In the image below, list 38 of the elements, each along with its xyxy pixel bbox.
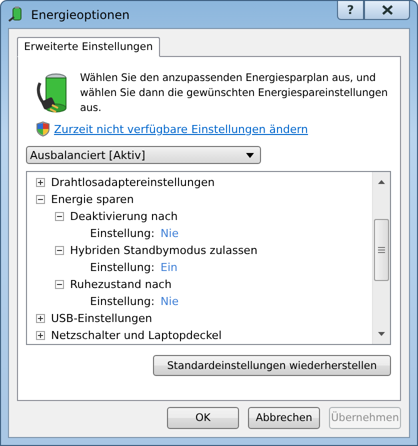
setting-label: Einstellung: xyxy=(90,261,155,274)
close-icon xyxy=(382,5,392,15)
close-button[interactable] xyxy=(364,1,410,20)
tree-item[interactable]: Energie sparen xyxy=(51,193,134,206)
expand-icon[interactable] xyxy=(36,314,45,323)
window-title: Energieoptionen xyxy=(31,8,131,22)
setting-value[interactable]: Nie xyxy=(160,227,179,240)
setting-label: Einstellung: xyxy=(90,295,155,308)
scroll-down-icon[interactable] xyxy=(378,332,385,336)
intro-text: Wählen Sie den anzupassenden Energiesparplan aus, und wählen Sie dann die gewünschten Energiespareinstellungen aus. xyxy=(80,71,389,116)
scrollbar[interactable] xyxy=(372,172,390,344)
expand-icon[interactable] xyxy=(36,331,45,340)
dialog-button[interactable]: Abbrechen xyxy=(248,407,320,429)
setting-value[interactable]: Ein xyxy=(160,261,178,274)
tree-item[interactable]: Deaktivierung nach xyxy=(70,210,178,223)
collapse-icon[interactable] xyxy=(36,195,45,204)
restore-defaults-button[interactable]: Standardeinstellungen wiederherstellen xyxy=(153,355,391,376)
tree-item[interactable]: Hybriden Standbymodus zulassen xyxy=(70,244,258,257)
tree-item[interactable]: Drahtlosadaptereinstellungen xyxy=(51,176,215,189)
tree-item[interactable]: USB-Einstellungen xyxy=(51,312,152,325)
power-plan-dropdown[interactable]: Ausbalanciert [Aktiv] xyxy=(26,146,261,164)
admin-settings-link[interactable]: Zurzeit nicht verfügbare Einstellungen ändern xyxy=(54,122,308,136)
setting-label: Einstellung: xyxy=(90,227,155,240)
grip-icon xyxy=(378,247,385,253)
tree-item[interactable]: Netzschalter und Laptopdeckel xyxy=(51,329,222,342)
dropdown-caret-icon xyxy=(246,152,254,158)
expand-icon[interactable] xyxy=(36,178,45,187)
scroll-up-icon[interactable] xyxy=(378,180,385,184)
help-button[interactable]: ? xyxy=(337,1,364,20)
collapse-icon[interactable] xyxy=(55,212,64,221)
dialog-button[interactable]: OK xyxy=(167,407,239,429)
scroll-thumb[interactable] xyxy=(374,219,389,281)
setting-value[interactable]: Nie xyxy=(160,295,179,308)
shield-icon xyxy=(36,121,50,137)
tab[interactable]: Erweiterte Einstellungen xyxy=(17,37,160,57)
collapse-icon[interactable] xyxy=(55,280,64,289)
collapse-icon[interactable] xyxy=(55,246,64,255)
tree-item[interactable]: Ruhezustand nach xyxy=(70,278,172,291)
